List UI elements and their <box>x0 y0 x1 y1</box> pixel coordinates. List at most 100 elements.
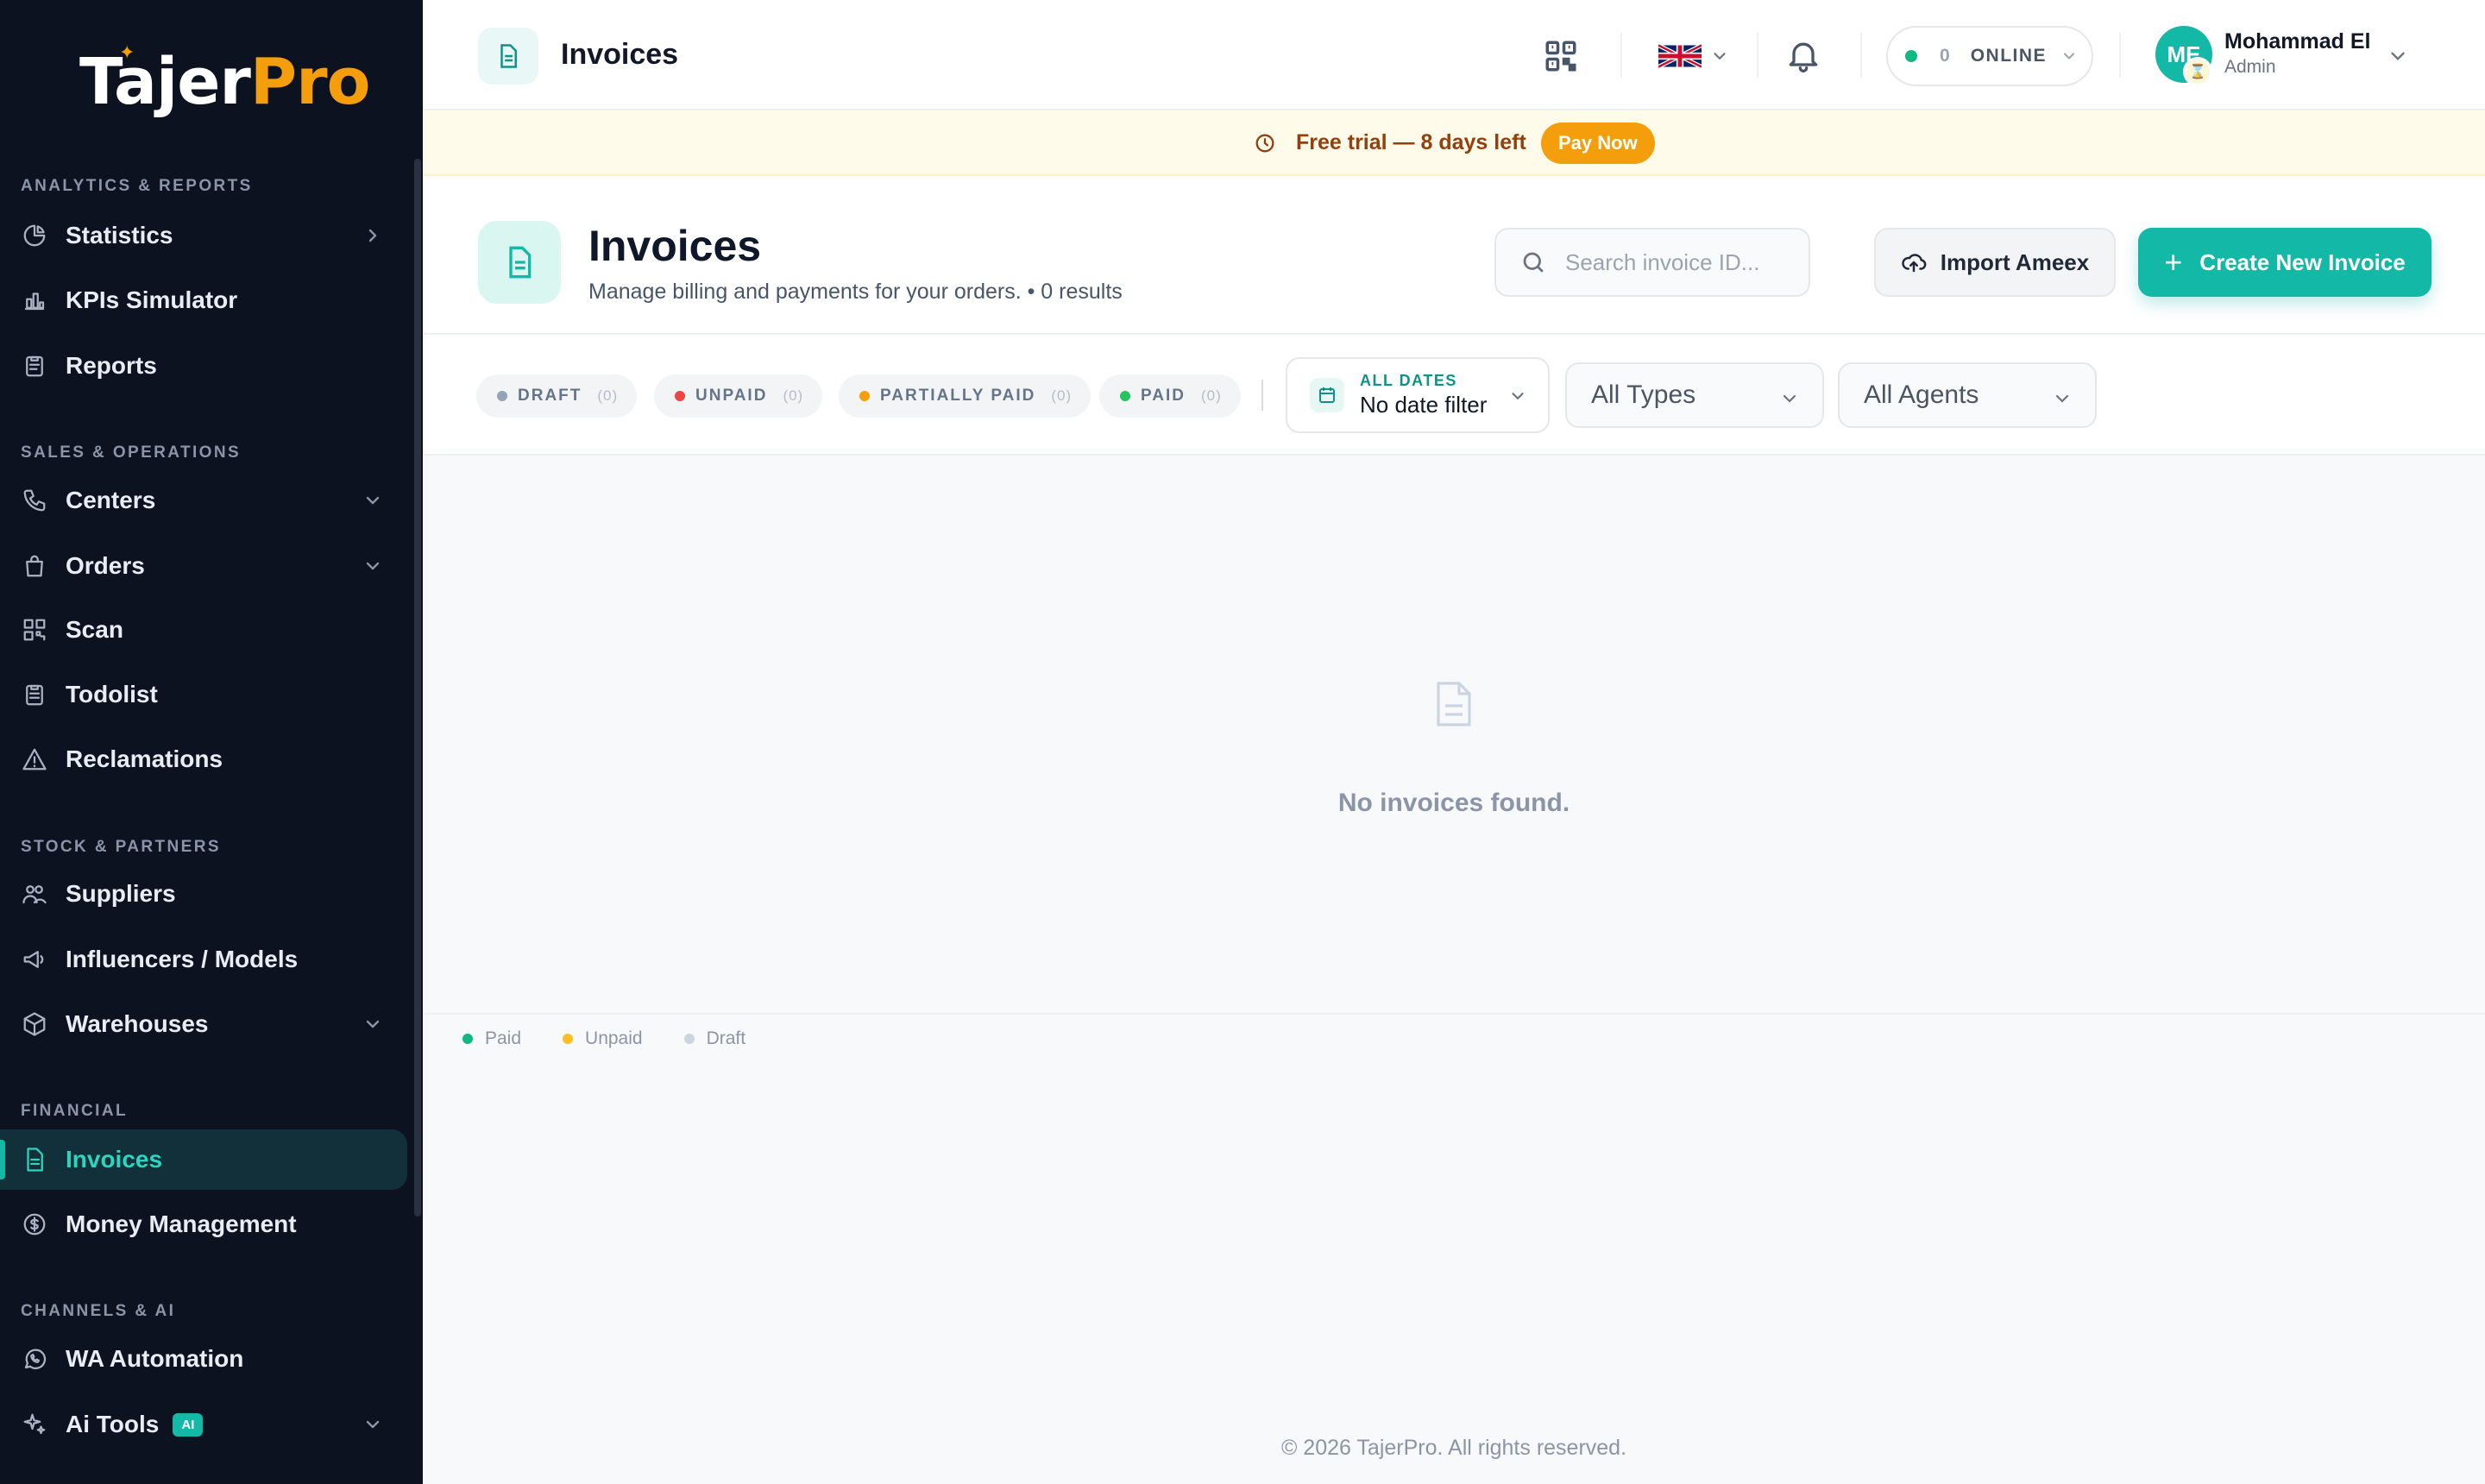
filter-chip-draft[interactable]: DRAFT (0) <box>476 374 638 418</box>
chip-count: (0) <box>1200 387 1222 404</box>
sidebar-item-suppliers[interactable]: Suppliers <box>0 864 407 924</box>
sidebar-item-reports[interactable]: Reports <box>0 336 407 396</box>
calendar-icon <box>1310 378 1344 412</box>
sidebar-item-label: WA Automation <box>66 1345 244 1372</box>
sidebar-item-label: Centers <box>66 487 156 513</box>
online-count: 0 <box>1940 46 1950 66</box>
sidebar-item-ai-tools[interactable]: Ai Tools AI <box>0 1394 407 1455</box>
search-box <box>1494 228 1810 297</box>
user-name[interactable]: Mohammad El <box>2224 29 2370 54</box>
shopping-bag-icon <box>21 552 48 580</box>
legend-item-paid: Paid <box>462 1028 521 1049</box>
uk-flag-icon[interactable] <box>1657 43 1703 69</box>
chip-label: PARTIALLY PAID <box>880 387 1036 405</box>
page-subtitle: Manage billing and payments for your ord… <box>588 280 1123 304</box>
sidebar-item-reclamations[interactable]: Reclamations <box>0 729 407 789</box>
sidebar-item-warehouses[interactable]: Warehouses <box>0 994 407 1054</box>
pay-now-button[interactable]: Pay Now <box>1541 123 1655 164</box>
sidebar-item-centers[interactable]: Centers <box>0 470 407 531</box>
bell-icon[interactable] <box>1784 36 1822 74</box>
hourglass-icon: ⌛ <box>2183 57 2212 86</box>
sidebar-item-wa-automation[interactable]: WA Automation <box>0 1329 407 1389</box>
sidebar-item-money-management[interactable]: Money Management <box>0 1194 407 1254</box>
search-input[interactable] <box>1565 248 1798 276</box>
legend-label: Unpaid <box>585 1028 643 1048</box>
clipboard-icon <box>21 352 48 380</box>
status-dot <box>1120 391 1130 401</box>
chevron-down-icon[interactable] <box>2387 45 2409 67</box>
sidebar-item-invoices[interactable]: Invoices <box>0 1129 407 1190</box>
sidebar-item-kpis-simulator[interactable]: KPIs Simulator <box>0 270 407 330</box>
dollar-circle-icon <box>21 1210 48 1238</box>
import-label: Import Ameex <box>1940 248 2090 275</box>
chip-count: (0) <box>783 387 804 404</box>
sidebar-item-label: Reports <box>66 352 157 379</box>
box-icon <box>21 1010 48 1038</box>
footer-copyright: © 2026 TajerPro. All rights reserved. <box>1280 1436 1627 1460</box>
import-ameex-button[interactable]: Import Ameex <box>1874 228 2116 297</box>
sidebar-item-label: Invoices <box>66 1146 163 1173</box>
status-dot <box>1905 50 1917 62</box>
clock-icon <box>1253 131 1277 155</box>
sidebar-item-orders[interactable]: Orders <box>0 536 407 596</box>
chevron-down-icon <box>2060 47 2078 65</box>
qr-code-icon[interactable] <box>1543 38 1579 74</box>
create-invoice-button[interactable]: + Create New Invoice <box>2138 228 2432 297</box>
sidebar-item-todolist[interactable]: Todolist <box>0 664 407 725</box>
divider <box>2119 33 2121 78</box>
plus-icon: + <box>2164 244 2183 280</box>
chevron-right-icon <box>362 225 383 246</box>
empty-file-icon <box>1432 680 1475 728</box>
empty-message: No invoices found. <box>1337 789 1570 817</box>
date-filter-value: No date filter <box>1360 392 1488 418</box>
qr-code-icon <box>21 616 48 644</box>
status-dot <box>859 391 870 401</box>
sidebar-item-label: KPIs Simulator <box>66 286 238 313</box>
warning-triangle-icon <box>21 745 48 773</box>
trial-banner: Free trial — 8 days left Pay Now <box>423 110 2485 176</box>
legend-dot <box>563 1034 574 1044</box>
invoice-list-empty: No invoices found. <box>423 456 2485 1015</box>
divider <box>1757 33 1758 78</box>
file-text-icon <box>21 1146 48 1173</box>
chip-label: UNPAID <box>695 387 768 405</box>
chevron-down-icon <box>362 1014 383 1034</box>
chip-count: (0) <box>1051 387 1073 404</box>
filter-chip-partially-paid[interactable]: PARTIALLY PAID (0) <box>839 374 1092 418</box>
sidebar-item-influencers[interactable]: Influencers / Models <box>0 929 407 990</box>
agent-select-value: All Agents <box>1864 380 1979 409</box>
chip-label: PAID <box>1141 387 1186 405</box>
section-financial: FINANCIAL <box>21 1102 128 1120</box>
date-filter[interactable]: ALL DATES No date filter <box>1286 357 1550 433</box>
agent-select[interactable]: All Agents <box>1838 362 2097 428</box>
sidebar-item-label: Influencers / Models <box>66 946 299 972</box>
chevron-down-icon <box>362 1414 383 1435</box>
file-text-icon <box>478 28 538 85</box>
chevron-down-icon[interactable] <box>1710 47 1729 66</box>
page-header: Invoices Manage billing and payments for… <box>423 176 2485 335</box>
status-dot <box>675 391 685 401</box>
type-select[interactable]: All Types <box>1565 362 1824 428</box>
phone-icon <box>21 487 48 514</box>
brand-logo[interactable]: ✦ Tajer Pro <box>79 42 370 119</box>
sidebar-item-statistics[interactable]: Statistics <box>0 205 407 266</box>
chevron-down-icon <box>1508 387 1527 406</box>
user-role: Admin <box>2224 57 2276 77</box>
online-status-toggle[interactable]: 0 ONLINE <box>1886 26 2093 86</box>
section-channels: CHANNELS & AI <box>21 1302 176 1320</box>
sidebar-item-scan[interactable]: Scan <box>0 600 407 660</box>
megaphone-icon <box>21 946 48 973</box>
cloud-upload-icon <box>1902 254 1927 273</box>
bar-chart-icon <box>21 286 48 314</box>
sidebar-item-label: Money Management <box>66 1210 297 1237</box>
sidebar-item-label: Scan <box>66 616 123 643</box>
legend-label: Draft <box>706 1028 746 1048</box>
filter-chip-paid[interactable]: PAID (0) <box>1099 374 1241 418</box>
divider <box>1860 33 1862 78</box>
sidebar-item-label: Todolist <box>66 681 158 707</box>
date-filter-key: ALL DATES <box>1360 372 1457 389</box>
logo-main: Tajer <box>79 45 251 119</box>
file-text-icon <box>478 221 561 304</box>
filter-chip-unpaid[interactable]: UNPAID (0) <box>654 374 823 418</box>
sidebar-scrollbar[interactable] <box>414 159 421 1217</box>
